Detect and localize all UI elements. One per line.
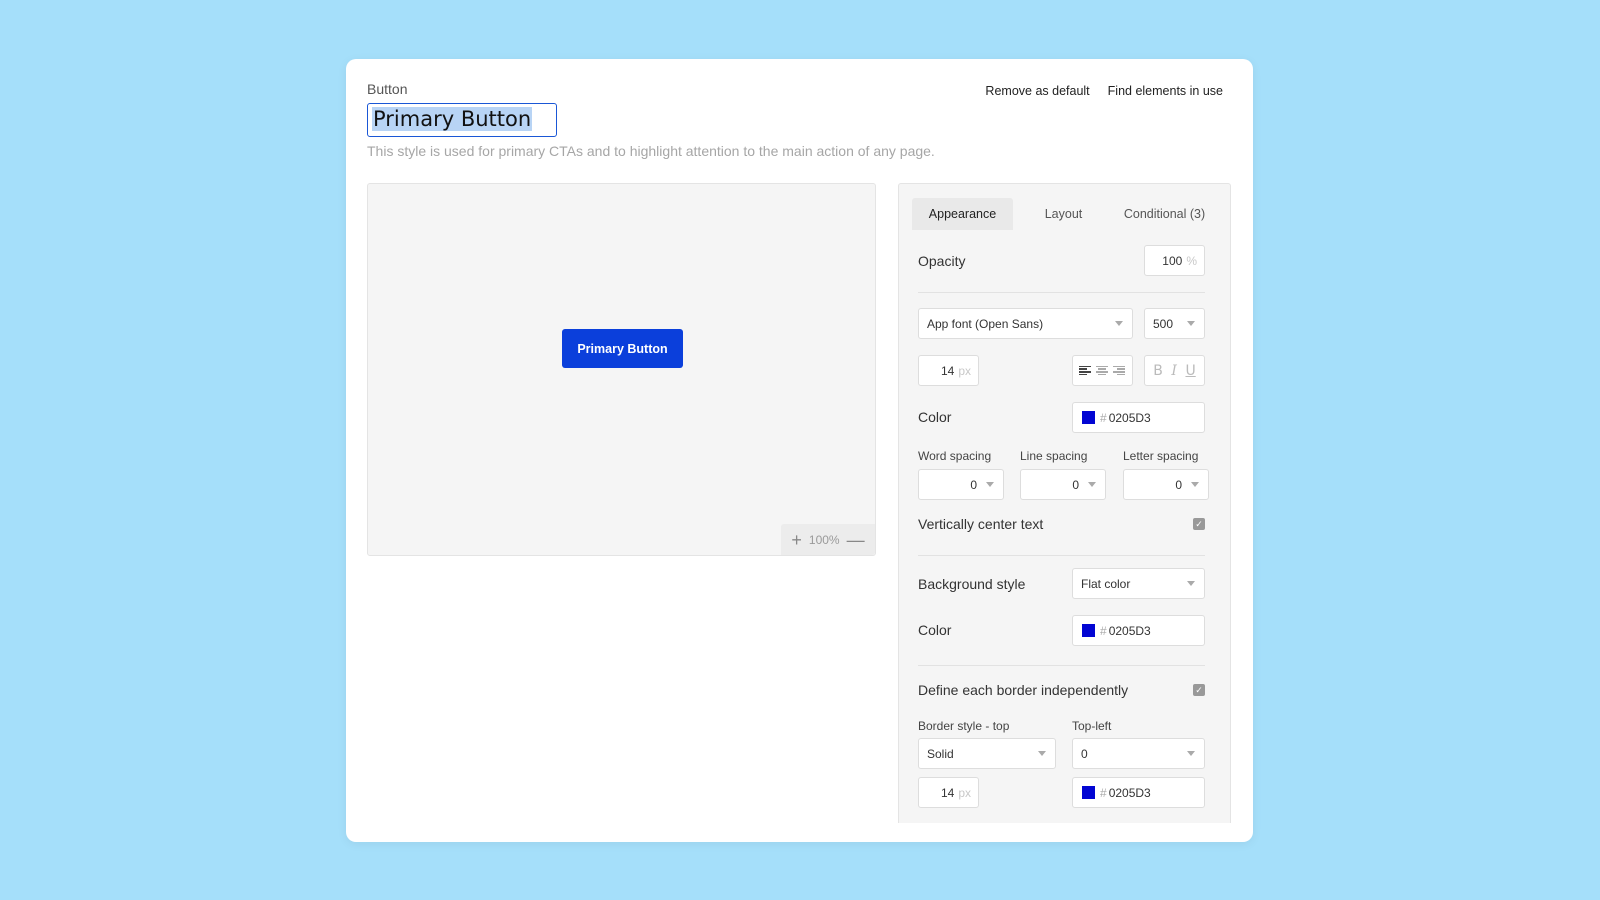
borders-independent-checkbox[interactable]: ✓ xyxy=(1193,684,1205,696)
letter-spacing-value: 0 xyxy=(1175,477,1182,492)
chevron-down-icon xyxy=(1187,581,1195,586)
underline-icon[interactable]: U xyxy=(1185,363,1195,379)
text-color-value: 0205D3 xyxy=(1108,410,1151,425)
border-style-top-value: Solid xyxy=(927,746,954,761)
font-size-value: 14 xyxy=(940,363,955,378)
preview-primary-button[interactable]: Primary Button xyxy=(562,329,683,368)
text-format-group: B I U xyxy=(1144,355,1205,386)
style-editor-card: Button Remove as default Find elements i… xyxy=(346,59,1253,842)
top-actions: Remove as default Find elements in use xyxy=(985,84,1223,98)
border-color-input[interactable]: # 0205D3 xyxy=(1072,777,1205,808)
border-width-value: 14 xyxy=(940,785,955,800)
background-style-select[interactable]: Flat color xyxy=(1072,568,1205,599)
font-size-unit: px xyxy=(958,363,971,378)
tab-conditional[interactable]: Conditional (3) xyxy=(1114,198,1215,230)
bg-color-label: Color xyxy=(918,622,952,638)
text-align-group xyxy=(1072,355,1133,386)
opacity-input[interactable]: 100 % xyxy=(1144,245,1205,276)
style-name-text: Primary Button xyxy=(372,107,533,131)
divider xyxy=(918,555,1205,556)
text-color-input[interactable]: # 0205D3 xyxy=(1072,402,1205,433)
align-center-icon[interactable] xyxy=(1096,365,1108,376)
border-style-top-label: Border style - top xyxy=(918,719,1010,733)
top-left-radius-select[interactable]: 0 xyxy=(1072,738,1205,769)
remove-as-default-link[interactable]: Remove as default xyxy=(985,84,1089,98)
align-left-icon[interactable] xyxy=(1079,365,1091,376)
property-tabs: Appearance Layout Conditional (3) xyxy=(912,198,1215,230)
color-swatch[interactable] xyxy=(1082,411,1095,424)
word-spacing-value: 0 xyxy=(970,477,977,492)
background-style-value: Flat color xyxy=(1081,576,1131,591)
font-family-select[interactable]: App font (Open Sans) xyxy=(918,308,1133,339)
chevron-down-icon xyxy=(986,482,994,487)
font-weight-value: 500 xyxy=(1153,316,1174,331)
border-color-value: 0205D3 xyxy=(1108,785,1151,800)
font-family-value: App font (Open Sans) xyxy=(927,316,1044,331)
hash-prefix: # xyxy=(1100,623,1107,638)
opacity-label: Opacity xyxy=(918,253,966,269)
line-spacing-label: Line spacing xyxy=(1020,449,1088,463)
chevron-down-icon xyxy=(1088,482,1096,487)
bg-color-input[interactable]: # 0205D3 xyxy=(1072,615,1205,646)
border-width-input[interactable]: 14 px xyxy=(918,777,979,808)
line-spacing-select[interactable]: 0 xyxy=(1020,469,1106,500)
tab-layout[interactable]: Layout xyxy=(1013,198,1114,230)
border-style-top-select[interactable]: Solid xyxy=(918,738,1056,769)
align-right-icon[interactable] xyxy=(1113,365,1125,376)
top-left-label: Top-left xyxy=(1072,719,1112,733)
zoom-level: 100% xyxy=(808,532,840,547)
vertically-center-label: Vertically center text xyxy=(918,516,1044,532)
color-swatch[interactable] xyxy=(1082,624,1095,637)
vertically-center-checkbox[interactable]: ✓ xyxy=(1193,518,1205,530)
top-left-value: 0 xyxy=(1081,746,1088,761)
color-swatch[interactable] xyxy=(1082,786,1095,799)
find-elements-in-use-link[interactable]: Find elements in use xyxy=(1108,84,1223,98)
divider xyxy=(918,665,1205,666)
bg-color-value: 0205D3 xyxy=(1108,623,1151,638)
chevron-down-icon xyxy=(1115,321,1123,326)
line-spacing-value: 0 xyxy=(1072,477,1079,492)
zoom-control: + 100% — xyxy=(781,524,875,555)
zoom-out-icon[interactable]: — xyxy=(847,531,865,549)
tab-appearance[interactable]: Appearance xyxy=(912,198,1013,230)
italic-icon[interactable]: I xyxy=(1171,363,1177,379)
text-color-label: Color xyxy=(918,409,952,425)
properties-panel: Appearance Layout Conditional (3) Opacit… xyxy=(898,183,1231,823)
opacity-unit: % xyxy=(1186,253,1197,268)
hash-prefix: # xyxy=(1100,410,1107,425)
hash-prefix: # xyxy=(1100,785,1107,800)
font-size-input[interactable]: 14 px xyxy=(918,355,979,386)
element-kind-label: Button xyxy=(367,81,408,97)
chevron-down-icon xyxy=(1038,751,1046,756)
preview-canvas: Primary Button + 100% — xyxy=(367,183,876,556)
word-spacing-label: Word spacing xyxy=(918,449,992,463)
letter-spacing-select[interactable]: 0 xyxy=(1123,469,1209,500)
zoom-in-icon[interactable]: + xyxy=(791,531,802,549)
font-weight-select[interactable]: 500 xyxy=(1144,308,1205,339)
chevron-down-icon xyxy=(1187,751,1195,756)
borders-independent-label: Define each border independently xyxy=(918,682,1129,698)
word-spacing-select[interactable]: 0 xyxy=(918,469,1004,500)
border-width-unit: px xyxy=(958,785,971,800)
style-description[interactable]: This style is used for primary CTAs and … xyxy=(367,143,935,159)
divider xyxy=(918,292,1205,293)
letter-spacing-label: Letter spacing xyxy=(1123,449,1199,463)
bold-icon[interactable]: B xyxy=(1153,363,1163,379)
opacity-value: 100 xyxy=(1162,253,1183,268)
chevron-down-icon xyxy=(1187,321,1195,326)
background-style-label: Background style xyxy=(918,576,1026,592)
chevron-down-icon xyxy=(1191,482,1199,487)
style-name-input[interactable]: Primary Button xyxy=(367,103,557,137)
